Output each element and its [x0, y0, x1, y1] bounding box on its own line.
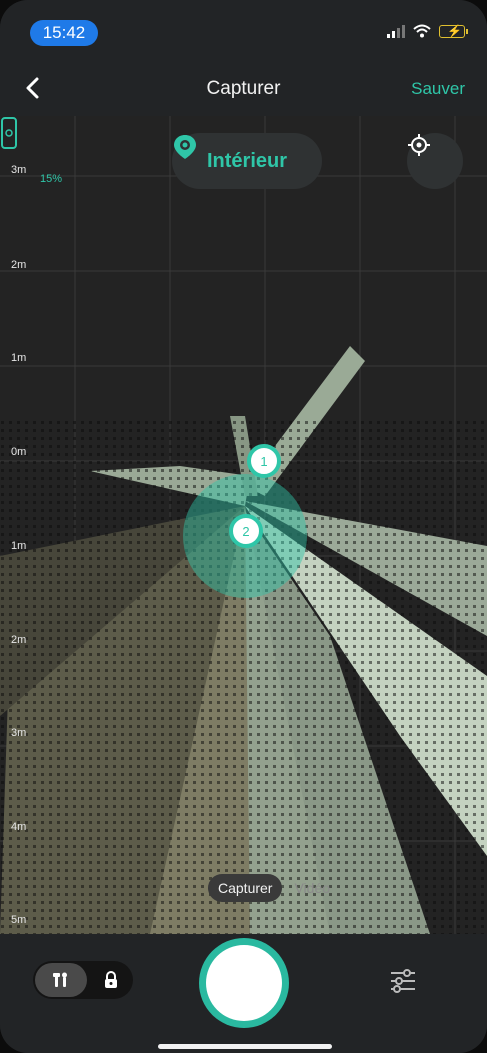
- point-cloud: [0, 346, 487, 934]
- recenter-button[interactable]: [407, 133, 463, 189]
- scan-point-2-label: 2: [242, 524, 249, 539]
- scale-label: 5m: [11, 914, 27, 926]
- save-button[interactable]: Sauver: [411, 79, 465, 99]
- capture-shutter-button[interactable]: [199, 938, 289, 1028]
- scan-point-2[interactable]: 2: [229, 514, 263, 548]
- top-nav-bar: Capturer Sauver: [0, 60, 487, 116]
- scale-label: 3m: [11, 727, 27, 739]
- scale-label: 2m: [11, 634, 27, 646]
- phone-screen: 15:42 ⚡ Capturer Sauver 1 2 3m 2m 1m 0m …: [0, 0, 487, 1053]
- wifi-icon: [413, 24, 431, 38]
- scan-canvas: 1 2: [0, 116, 487, 934]
- lock-icon: [105, 971, 117, 988]
- scale-label: 1m: [11, 352, 27, 364]
- crosshair-icon: [408, 134, 430, 156]
- phone-tilt-percent: 15%: [40, 173, 63, 185]
- scan-point-1[interactable]: 1: [247, 444, 281, 478]
- scan-point-1-label: 1: [260, 454, 267, 469]
- bottom-controls: [0, 934, 487, 1053]
- mode-video-tab[interactable]: Vidéo: [290, 874, 334, 902]
- shutter-inner: [206, 945, 282, 1021]
- adjust-sliders-icon[interactable]: [388, 966, 418, 996]
- capture-mode-selector: Capturer Vidéo: [208, 874, 334, 902]
- lock-toggle-option[interactable]: [91, 963, 131, 997]
- indoor-mode-toggle[interactable]: Intérieur: [172, 133, 322, 189]
- mode-capture-tab[interactable]: Capturer: [208, 874, 283, 902]
- tools-lock-toggle[interactable]: [33, 961, 133, 999]
- status-time: 15:42: [30, 20, 98, 46]
- home-indicator[interactable]: [158, 1044, 332, 1049]
- location-pin-icon: [174, 135, 196, 159]
- indoor-mode-label: Intérieur: [206, 149, 288, 172]
- status-icons: ⚡: [387, 24, 468, 38]
- scale-label: 2m: [11, 259, 27, 271]
- tools-toggle-option[interactable]: [35, 963, 87, 997]
- scale-label: 3m: [11, 164, 27, 176]
- phone-position-icon: [1, 117, 17, 149]
- battery-charging-icon: ⚡: [439, 24, 468, 38]
- scale-label: 0m: [11, 446, 27, 458]
- cellular-signal-icon: [387, 24, 405, 38]
- scan-map-view[interactable]: 1 2 3m 2m 1m 0m 1m 2m 3m 4m 5m 15% Intér…: [0, 116, 487, 934]
- tools-icon: [53, 972, 67, 987]
- scale-label: 1m: [11, 540, 27, 552]
- scale-label: 4m: [11, 821, 27, 833]
- status-bar: 15:42 ⚡: [0, 0, 487, 60]
